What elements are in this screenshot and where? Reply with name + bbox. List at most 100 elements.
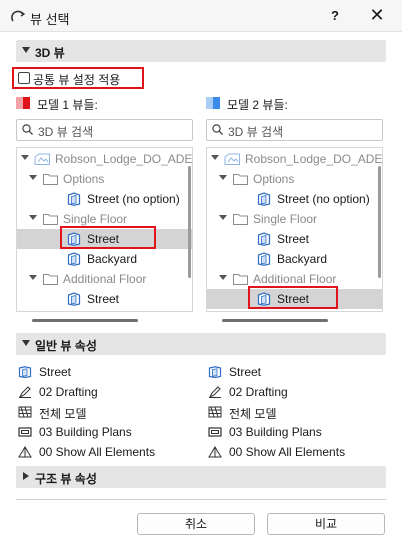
close-button[interactable]: ✕ bbox=[364, 4, 390, 28]
chevron-down-icon bbox=[219, 175, 227, 180]
partial-structure-icon bbox=[208, 446, 222, 461]
tree-item-label: Additional Floor bbox=[253, 272, 337, 286]
app-icon bbox=[11, 10, 25, 22]
section-general-properties[interactable]: 일반 뷰 속성 bbox=[16, 333, 386, 355]
chevron-down-icon bbox=[21, 155, 29, 160]
tree-item-label: Single Floor bbox=[63, 212, 128, 226]
search-icon bbox=[212, 124, 223, 135]
view-icon bbox=[208, 366, 222, 381]
title-bar: 뷰 선택 ? ✕ bbox=[0, 0, 402, 32]
view-icon bbox=[67, 292, 81, 306]
folder-icon bbox=[43, 174, 58, 185]
tree-item-label: Options bbox=[63, 172, 105, 186]
model1-search-input[interactable]: 3D 뷰 검색 bbox=[16, 119, 193, 141]
partial-structure-icon bbox=[18, 446, 32, 461]
view-icon bbox=[257, 192, 271, 206]
view-icon bbox=[67, 252, 81, 266]
model2-property-value: 03 Building Plans bbox=[229, 425, 322, 439]
window-title: 뷰 선택 bbox=[30, 12, 70, 27]
chevron-down-icon bbox=[29, 215, 37, 220]
folder-icon bbox=[43, 274, 58, 285]
model2-horizontal-scrollbar[interactable] bbox=[222, 319, 328, 322]
view-icon bbox=[18, 366, 32, 381]
tree-item-label: Options bbox=[253, 172, 295, 186]
model2-property-value: 전체 모델 bbox=[229, 407, 277, 421]
tree-item-label: Single Floor bbox=[253, 212, 318, 226]
collapse-icon bbox=[22, 340, 30, 346]
model1-property-value: 00 Show All Elements bbox=[39, 445, 156, 459]
cancel-button[interactable]: 취소 bbox=[137, 513, 255, 535]
model1-selection-highlight bbox=[60, 226, 156, 249]
model2-tree-item[interactable]: Backyard bbox=[207, 249, 382, 269]
model2-property-value: 02 Drafting bbox=[229, 385, 288, 399]
folder-icon bbox=[233, 274, 248, 285]
section-3d-view-label: 3D 뷰 bbox=[35, 46, 65, 60]
tree-item-label: Backyard bbox=[277, 252, 328, 266]
model2-selection-highlight bbox=[248, 286, 338, 309]
project-icon bbox=[34, 153, 50, 165]
model2-search-input[interactable]: 3D 뷰 검색 bbox=[206, 119, 383, 141]
tree-item-label: Robson_Lodge_DO_ADE bbox=[245, 152, 383, 166]
model1-property-value: 전체 모델 bbox=[39, 407, 87, 421]
layer-combination-icon bbox=[208, 426, 222, 441]
model2-vertical-scrollbar[interactable] bbox=[378, 166, 381, 278]
common-settings-label[interactable]: 공통 뷰 설정 적용 bbox=[33, 71, 120, 88]
pen-set-icon bbox=[18, 386, 32, 401]
model1-tree-item[interactable]: Additional Floor bbox=[17, 269, 192, 289]
model1-label: 모델 1 뷰들: bbox=[37, 98, 98, 112]
chevron-down-icon bbox=[29, 175, 37, 180]
tree-item-label: Street (no option) bbox=[87, 192, 180, 206]
model2-tree-item[interactable]: Options bbox=[207, 169, 382, 189]
model1-horizontal-scrollbar[interactable] bbox=[32, 319, 138, 322]
tree-item-label: Street bbox=[87, 292, 120, 306]
model2-tree-item[interactable]: Street bbox=[207, 229, 382, 249]
model1-color-swatch bbox=[16, 97, 30, 109]
tree-item-label: Street bbox=[277, 232, 310, 246]
section-structure-properties[interactable]: 구조 뷰 속성 bbox=[16, 466, 386, 488]
footer-divider bbox=[16, 499, 386, 500]
chevron-down-icon bbox=[29, 275, 37, 280]
model2-property-value: Street bbox=[229, 365, 262, 379]
model-filter-icon bbox=[208, 406, 222, 421]
section-general-properties-label: 일반 뷰 속성 bbox=[35, 339, 97, 353]
model1-tree-item[interactable]: Robson_Lodge_DO_ADE bbox=[17, 149, 192, 169]
model2-color-swatch bbox=[206, 97, 220, 109]
model2-search-placeholder: 3D 뷰 검색 bbox=[228, 125, 284, 139]
view-icon bbox=[257, 252, 271, 266]
view-icon bbox=[67, 192, 81, 206]
common-settings-checkbox[interactable] bbox=[18, 72, 30, 84]
tree-item-label: Additional Floor bbox=[63, 272, 147, 286]
model1-tree-item[interactable]: Options bbox=[17, 169, 192, 189]
layer-combination-icon bbox=[18, 426, 32, 441]
model2-tree-item[interactable]: Robson_Lodge_DO_ADE bbox=[207, 149, 382, 169]
folder-icon bbox=[43, 214, 58, 225]
model1-tree-item[interactable]: Street bbox=[17, 289, 192, 309]
compare-button[interactable]: 비교 bbox=[267, 513, 385, 535]
model1-property-value: Street bbox=[39, 365, 72, 379]
model-filter-icon bbox=[18, 406, 32, 421]
common-settings-highlight: 공통 뷰 설정 적용 bbox=[12, 67, 144, 89]
collapse-icon bbox=[22, 47, 30, 53]
section-3d-view[interactable]: 3D 뷰 bbox=[16, 40, 386, 62]
model1-vertical-scrollbar[interactable] bbox=[188, 166, 191, 278]
model1-property-value: 03 Building Plans bbox=[39, 425, 132, 439]
chevron-down-icon bbox=[219, 215, 227, 220]
help-button[interactable]: ? bbox=[322, 4, 348, 28]
tree-item-label: Robson_Lodge_DO_ADE bbox=[55, 152, 193, 166]
model2-label: 모델 2 뷰들: bbox=[227, 98, 288, 112]
model2-tree-item[interactable]: Street (no option) bbox=[207, 189, 382, 209]
chevron-down-icon bbox=[211, 155, 219, 160]
chevron-down-icon bbox=[219, 275, 227, 280]
model2-tree-item[interactable]: Single Floor bbox=[207, 209, 382, 229]
pen-set-icon bbox=[208, 386, 222, 401]
project-icon bbox=[224, 153, 240, 165]
model1-property-value: 02 Drafting bbox=[39, 385, 98, 399]
search-icon bbox=[22, 124, 33, 135]
folder-icon bbox=[233, 174, 248, 185]
folder-icon bbox=[233, 214, 248, 225]
model1-tree-item[interactable]: Backyard bbox=[17, 249, 192, 269]
section-structure-properties-label: 구조 뷰 속성 bbox=[35, 472, 97, 486]
view-icon bbox=[257, 232, 271, 246]
model1-tree-item[interactable]: Street (no option) bbox=[17, 189, 192, 209]
tree-item-label: Street (no option) bbox=[277, 192, 370, 206]
